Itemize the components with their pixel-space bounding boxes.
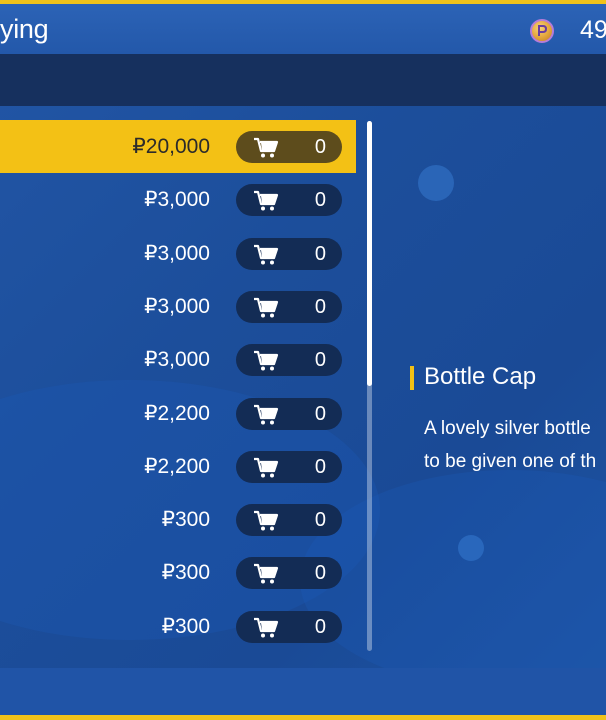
item-price: ₽3,000 [144,348,210,371]
item-quantity: 0 [314,243,326,265]
shopping-cart-icon [253,137,279,163]
detail-description-line: A lovely silver bottle [424,418,591,439]
quantity-counter[interactable]: 0 [236,451,342,483]
shop-item-row[interactable]: ₽2,200 0 [0,387,356,440]
shop-item-row[interactable]: ₽3,000 0 [0,333,356,386]
quantity-counter[interactable]: 0 [236,184,342,216]
shop-item-row[interactable]: ₽3,000 0 [0,173,356,226]
detail-title-accent [410,366,414,390]
item-price: ₽300 [161,561,210,584]
shop-screen: ying 49 ₽20,000 0 ₽3,000 0 ₽3,000 0 ₽3,000 0 ₽3,… [0,0,606,720]
shop-item-row[interactable]: ₽2,200 0 [0,440,356,493]
detail-item-name: Bottle Cap [424,363,537,390]
item-quantity: 0 [314,349,326,371]
background-bubble [418,165,454,201]
shopping-cart-icon [253,563,279,589]
bottom-accent-border [0,715,606,720]
shopping-cart-icon [253,457,279,483]
shopping-cart-icon [253,617,279,643]
item-quantity: 0 [314,189,326,211]
shop-item-row[interactable]: ₽300 0 [0,493,356,546]
scrollbar-thumb[interactable] [367,121,372,386]
shop-item-row[interactable]: ₽300 0 [0,546,356,599]
item-price: ₽300 [161,615,210,638]
quantity-counter[interactable]: 0 [236,291,342,323]
detail-description: A lovely silver bottle to be given one o… [424,412,606,478]
currency-coin-icon [530,19,554,43]
background-bubble [458,535,484,561]
quantity-counter[interactable]: 0 [236,611,342,643]
shop-item-row[interactable]: ₽3,000 0 [0,227,356,280]
item-quantity: 0 [314,562,326,584]
list-scrollbar[interactable] [367,121,372,651]
shop-item-row[interactable]: ₽20,000 0 [0,120,356,173]
item-price: ₽2,200 [144,455,210,478]
item-quantity: 0 [314,616,326,638]
item-quantity: 0 [314,296,326,318]
item-price: ₽20,000 [132,135,210,158]
item-quantity: 0 [314,509,326,531]
item-price: ₽3,000 [144,242,210,265]
quantity-counter[interactable]: 0 [236,344,342,376]
quantity-counter[interactable]: 0 [236,131,342,163]
item-quantity: 0 [314,136,326,158]
quantity-counter[interactable]: 0 [236,557,342,589]
shop-item-row[interactable]: ₽3,000 0 [0,280,356,333]
item-quantity: 0 [314,456,326,478]
shop-item-row[interactable]: ₽300 0 [0,600,356,653]
shopping-cart-icon [253,297,279,323]
item-price: ₽3,000 [144,295,210,318]
shopping-cart-icon [253,510,279,536]
shopping-cart-icon [253,350,279,376]
subheader-bar [0,54,606,106]
item-list: ₽20,000 0 ₽3,000 0 ₽3,000 0 ₽3,000 0 ₽3,000 0 ₽2,2… [0,120,360,660]
quantity-counter[interactable]: 0 [236,398,342,430]
footer-bar [0,668,606,715]
item-price: ₽2,200 [144,402,210,425]
header-bar: ying 49 [0,4,606,54]
detail-description-line: to be given one of th [424,451,597,472]
item-price: ₽300 [161,508,210,531]
item-price: ₽3,000 [144,188,210,211]
quantity-counter[interactable]: 0 [236,238,342,270]
shopping-cart-icon [253,190,279,216]
money-amount: 49 [580,16,606,44]
header-title: ying [0,14,49,44]
quantity-counter[interactable]: 0 [236,504,342,536]
shopping-cart-icon [253,404,279,430]
shopping-cart-icon [253,244,279,270]
item-quantity: 0 [314,403,326,425]
